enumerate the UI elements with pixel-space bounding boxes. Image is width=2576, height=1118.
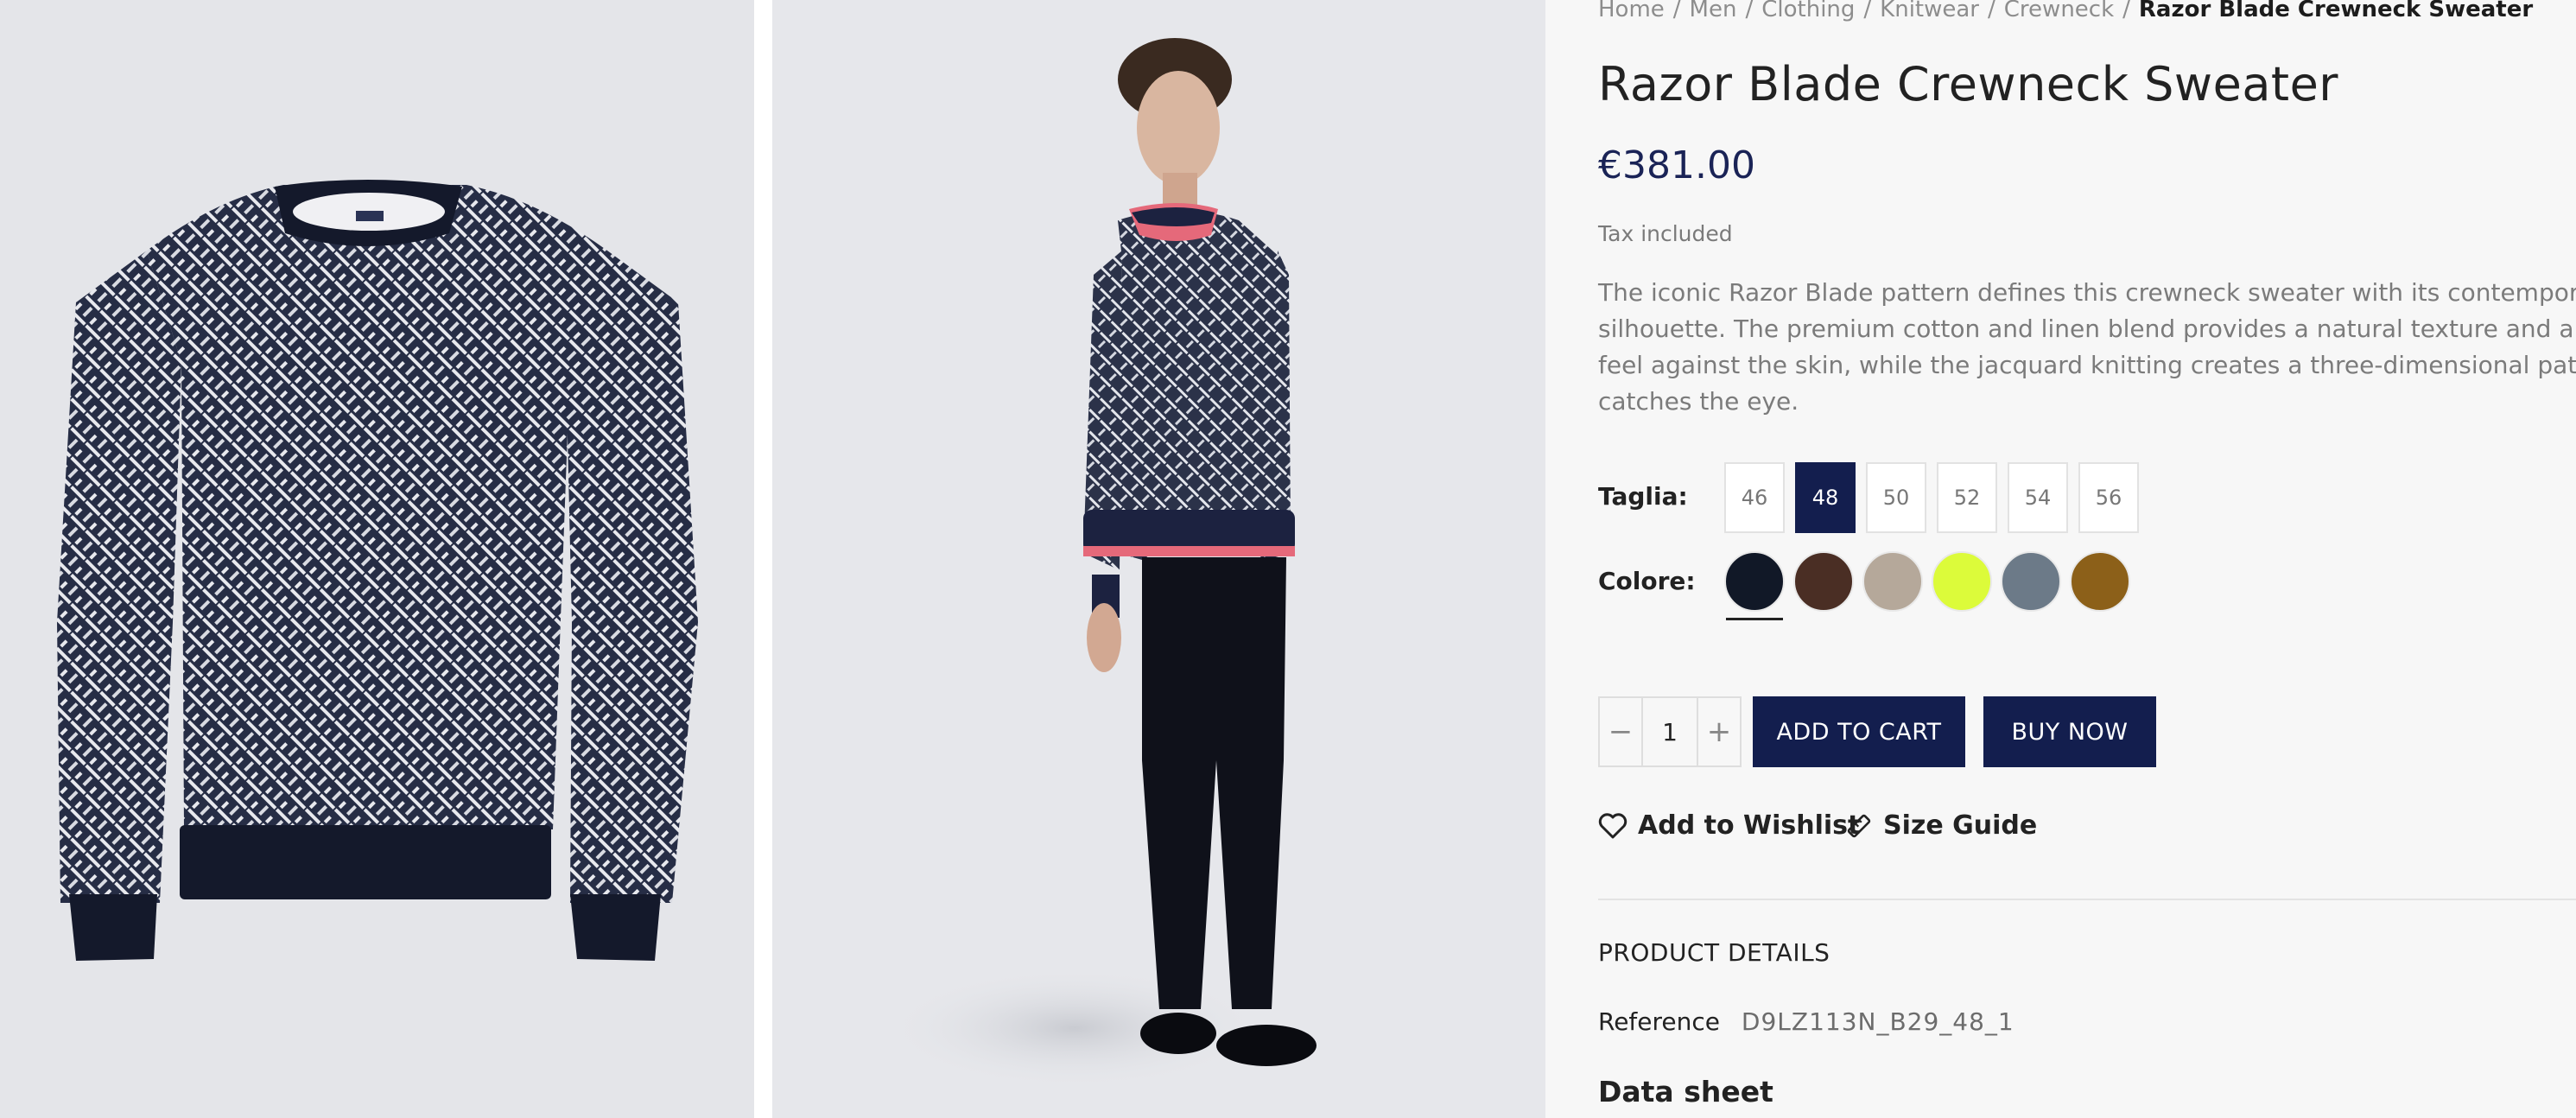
description-line: feel against the skin, while the jacquar… [1598,351,2576,379]
product-price: €381.00 [1598,143,1755,187]
breadcrumb-separator: / [1988,0,1995,22]
description-line: catches the eye. [1598,387,1799,416]
quantity-stepper: − 1 + [1598,696,1742,767]
quantity-decrease-button[interactable]: − [1600,698,1641,765]
sweater-flat-illustration [57,180,698,961]
product-title: Razor Blade Crewneck Sweater [1598,57,2339,111]
size-option-56[interactable]: 56 [2078,462,2139,533]
quantity-input[interactable]: 1 [1641,698,1698,765]
breadcrumb-separator: / [2122,0,2130,22]
color-label: Colore: [1598,567,1696,595]
color-swatch-ochre[interactable] [2070,551,2130,612]
wishlist-label: Add to Wishlist [1638,810,1861,841]
breadcrumb-crewneck[interactable]: Crewneck [2004,0,2114,22]
breadcrumb-knitwear[interactable]: Knitwear [1880,0,1979,22]
color-selector [1724,551,2139,620]
tax-note: Tax included [1598,221,1733,246]
size-guide-label: Size Guide [1883,810,2038,841]
gallery-gap [754,0,772,1118]
size-option-52[interactable]: 52 [1937,462,1997,533]
reference-label: Reference [1598,1007,1720,1036]
model-illustration [885,38,1317,1089]
size-option-50[interactable]: 50 [1866,462,1926,533]
size-option-48[interactable]: 48 [1795,462,1856,533]
breadcrumb-men[interactable]: Men [1690,0,1737,22]
breadcrumb-clothing[interactable]: Clothing [1761,0,1855,22]
size-guide-link[interactable]: Size Guide [1845,810,2037,841]
ruler-icon [1847,814,1871,837]
breadcrumb-separator: / [1745,0,1754,22]
description-line: silhouette. The premium cotton and linen… [1598,314,2576,343]
size-option-54[interactable]: 54 [2008,462,2068,533]
color-swatch-brown[interactable] [1793,551,1854,612]
reference-value: D9LZ113N_B29_48_1 [1741,1007,2014,1036]
product-image-model[interactable] [772,0,1545,1118]
color-swatch-beige[interactable] [1862,551,1923,612]
breadcrumb: Home / Men / Clothing / Knitwear / Crewneck / Razo… [1598,0,2533,22]
description-line: The iconic Razor Blade pattern defines t… [1598,278,2576,307]
reference-row: Reference D9LZ113N_B29_48_1 [1598,1007,2014,1036]
add-to-wishlist-link[interactable]: Add to Wishlist [1598,810,1860,841]
product-image-flat[interactable] [0,0,754,1118]
size-selector: 46 48 50 52 54 56 [1724,462,2149,533]
section-divider [1598,899,2576,900]
product-details-heading[interactable]: PRODUCT DETAILS [1598,938,1830,967]
color-swatch-navy[interactable] [1724,551,1785,620]
buy-now-button[interactable]: BUY NOW [1983,696,2156,767]
product-description: The iconic Razor Blade pattern defines t… [1598,275,2576,420]
data-sheet-heading: Data sheet [1598,1075,1773,1108]
breadcrumb-separator: / [1863,0,1872,22]
breadcrumb-home[interactable]: Home [1598,0,1665,22]
breadcrumb-separator: / [1672,0,1681,22]
heart-icon [1598,812,1627,838]
color-swatch-lime[interactable] [1932,551,1992,612]
size-label: Taglia: [1598,482,1688,511]
product-info-panel: Home / Men / Clothing / Knitwear / Crewneck / Razo… [1545,0,2576,1118]
breadcrumb-current: Razor Blade Crewneck Sweater [2138,0,2534,22]
color-swatch-grey-blue[interactable] [2001,551,2061,612]
add-to-cart-button[interactable]: ADD TO CART [1753,696,1965,767]
size-option-46[interactable]: 46 [1724,462,1785,533]
quantity-increase-button[interactable]: + [1698,698,1740,765]
